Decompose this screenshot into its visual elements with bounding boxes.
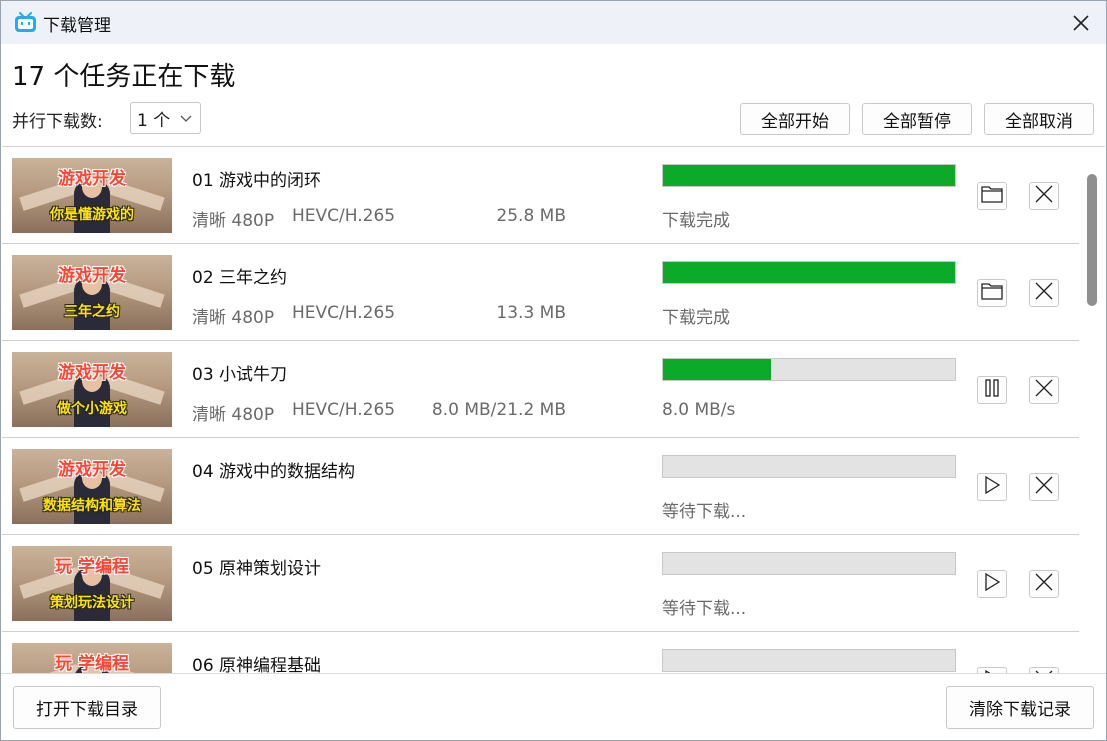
task-primary-action-button[interactable]: [977, 473, 1007, 501]
start-all-button[interactable]: 全部开始: [740, 103, 850, 135]
task-title: 01 游戏中的闭环: [192, 171, 322, 191]
close-icon: [1034, 572, 1054, 596]
task-quality: 清晰 480P: [192, 211, 275, 231]
scrollbar-thumb[interactable]: [1087, 174, 1097, 306]
thumbnail-caption-bottom: 你是懂游戏的: [50, 207, 134, 223]
task-primary-action-button[interactable]: [977, 182, 1007, 210]
task-codec: HEVC/H.265: [292, 206, 396, 226]
folder-icon: [981, 185, 1003, 207]
thumbnail-caption-bottom: 数据结构和算法: [43, 498, 141, 514]
parallel-downloads-select[interactable]: 1 个: [130, 102, 201, 134]
task-progress-fill: [663, 165, 955, 186]
thumbnail-caption-top: 玩 学编程: [55, 557, 129, 577]
close-icon: [1034, 184, 1054, 208]
task-primary-action-button[interactable]: [977, 279, 1007, 307]
video-thumbnail: 玩 学编程: [12, 643, 172, 673]
task-progress-bar: [662, 358, 956, 381]
task-progress-fill: [663, 359, 772, 380]
video-thumbnail: 玩 学编程 策划玩法设计: [12, 546, 172, 621]
task-progress-bar: [662, 455, 956, 478]
pause-all-button[interactable]: 全部暂停: [862, 103, 972, 135]
close-icon: [1034, 475, 1054, 499]
window-close-button[interactable]: [1063, 7, 1099, 39]
task-primary-action-button[interactable]: [977, 376, 1007, 404]
task-codec: HEVC/H.265: [292, 303, 396, 323]
window-title: 下载管理: [43, 16, 111, 36]
cancel-all-button[interactable]: 全部取消: [984, 103, 1094, 135]
video-thumbnail: 游戏开发 你是懂游戏的: [12, 158, 172, 233]
play-icon: [984, 572, 1001, 595]
task-row[interactable]: 玩 学编程 06 原神编程基础: [2, 632, 1079, 673]
video-thumbnail: 游戏开发 数据结构和算法: [12, 449, 172, 524]
thumbnail-caption-top: 游戏开发: [58, 460, 126, 480]
title-bar: 下载管理: [0, 0, 1107, 44]
task-progress-bar: [662, 552, 956, 575]
open-download-folder-button[interactable]: 打开下载目录: [13, 686, 161, 729]
task-size: 8.0 MB/21.2 MB: [431, 400, 566, 420]
task-codec: HEVC/H.265: [292, 400, 396, 420]
thumbnail-caption-bottom: 做个小游戏: [57, 401, 127, 417]
thumbnail-caption-top: 游戏开发: [58, 266, 126, 286]
task-count-heading: 17 个任务正在下载: [12, 62, 236, 92]
task-title: 02 三年之约: [192, 268, 288, 288]
clear-download-history-button[interactable]: 清除下载记录: [946, 686, 1094, 729]
task-remove-button[interactable]: [1029, 376, 1059, 404]
folder-icon: [981, 282, 1003, 304]
task-size: 25.8 MB: [496, 206, 566, 226]
download-task-list[interactable]: 游戏开发 你是懂游戏的 01 游戏中的闭环 清晰 480P HEVC/H.265…: [2, 146, 1105, 673]
task-progress-bar: [662, 649, 956, 672]
task-remove-button[interactable]: [1029, 570, 1059, 598]
thumbnail-caption-top: 游戏开发: [58, 169, 126, 189]
thumbnail-caption-top: 游戏开发: [58, 363, 126, 383]
play-icon: [984, 475, 1001, 498]
task-status: 等待下载...: [662, 502, 747, 522]
task-progress-bar: [662, 261, 956, 284]
task-quality: 清晰 480P: [192, 308, 275, 328]
video-thumbnail: 游戏开发 三年之约: [12, 255, 172, 330]
close-icon: [1034, 378, 1054, 402]
thumbnail-caption-bottom: 三年之约: [64, 304, 120, 320]
task-row[interactable]: 游戏开发 三年之约 02 三年之约 清晰 480P HEVC/H.265 13.…: [2, 244, 1079, 341]
task-row[interactable]: 游戏开发 做个小游戏 03 小试牛刀 清晰 480P HEVC/H.265 8.…: [2, 341, 1079, 438]
close-icon: [1073, 15, 1089, 31]
task-size: 13.3 MB: [496, 303, 566, 323]
chevron-down-icon: [180, 115, 192, 122]
task-title: 05 原神策划设计: [192, 559, 322, 579]
bilibili-tv-icon: [15, 12, 36, 32]
parallel-downloads-value: 1 个: [137, 110, 171, 131]
thumbnail-caption-top: 玩 学编程: [55, 654, 129, 673]
task-row[interactable]: 游戏开发 数据结构和算法 04 游戏中的数据结构 等待下载...: [2, 438, 1079, 535]
task-remove-button[interactable]: [1029, 182, 1059, 210]
close-icon: [1034, 281, 1054, 305]
task-remove-button[interactable]: [1029, 473, 1059, 501]
task-row[interactable]: 玩 学编程 策划玩法设计 05 原神策划设计 等待下载...: [2, 535, 1079, 632]
task-progress-fill: [663, 262, 955, 283]
task-title: 03 小试牛刀: [192, 365, 288, 385]
task-row[interactable]: 游戏开发 你是懂游戏的 01 游戏中的闭环 清晰 480P HEVC/H.265…: [2, 147, 1079, 244]
footer-bar: 打开下载目录 清除下载记录: [0, 673, 1107, 741]
task-title: 06 原神编程基础: [192, 656, 322, 673]
task-status: 下载完成: [662, 211, 730, 231]
task-title: 04 游戏中的数据结构: [192, 462, 356, 482]
video-thumbnail: 游戏开发 做个小游戏: [12, 352, 172, 427]
task-primary-action-button[interactable]: [977, 570, 1007, 598]
task-remove-button[interactable]: [1029, 279, 1059, 307]
pause-icon: [984, 379, 1000, 401]
thumbnail-caption-bottom: 策划玩法设计: [50, 595, 134, 611]
parallel-downloads-label: 并行下载数:: [12, 112, 103, 132]
task-status: 8.0 MB/s: [662, 400, 736, 420]
task-quality: 清晰 480P: [192, 405, 275, 425]
task-progress-bar: [662, 164, 956, 187]
list-scrollbar[interactable]: [1084, 150, 1100, 672]
task-status: 下载完成: [662, 308, 730, 328]
task-status: 等待下载...: [662, 599, 747, 619]
